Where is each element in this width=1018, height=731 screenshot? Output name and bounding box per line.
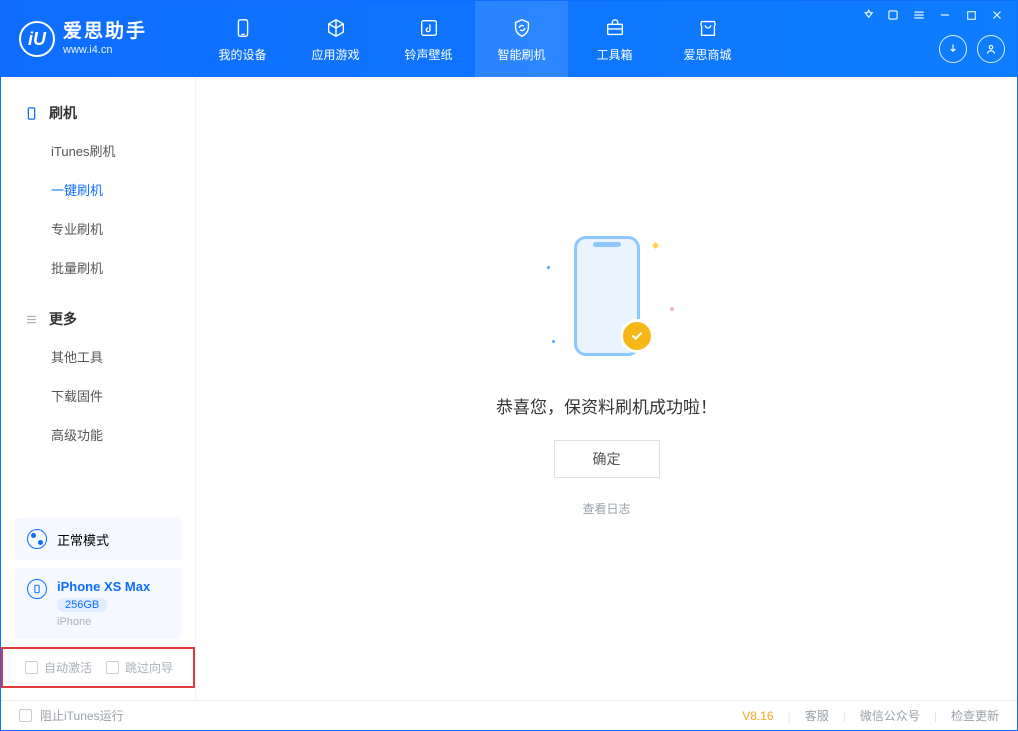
checkbox-icon (19, 709, 32, 722)
nav-items-more: 其他工具 下载固件 高级功能 (1, 337, 195, 454)
sidebar-item-other-tools[interactable]: 其他工具 (1, 337, 195, 376)
shop-icon (696, 16, 720, 40)
mode-label: 正常模式 (57, 530, 109, 549)
checkbox-block-itunes[interactable]: 阻止iTunes运行 (19, 707, 124, 724)
tab-label: 爱思商城 (683, 46, 731, 63)
nav-items-flash: iTunes刷机 一键刷机 专业刷机 批量刷机 (1, 131, 195, 287)
tab-store[interactable]: 爱思商城 (661, 1, 754, 77)
sidebar-bottom: 正常模式 iPhone XS Max 256GB iPhone 自动激活 (1, 518, 195, 700)
refresh-shield-icon (510, 16, 534, 40)
success-message: 恭喜您，保资料刷机成功啦！ (496, 393, 717, 418)
mode-icon (27, 529, 47, 549)
music-folder-icon (417, 16, 441, 40)
body-area: 刷机 iTunes刷机 一键刷机 专业刷机 批量刷机 更多 其他工具 下载固件 … (1, 77, 1017, 700)
success-illustration (532, 221, 682, 371)
sparkle-icon (651, 241, 658, 248)
tab-apps-games[interactable]: 应用游戏 (289, 1, 382, 77)
tab-toolbox[interactable]: 工具箱 (568, 1, 661, 77)
device-name: iPhone XS Max (57, 579, 150, 594)
separator: | (788, 709, 791, 723)
app-name: 爱思助手 (63, 21, 147, 44)
download-button[interactable] (939, 35, 967, 63)
device-icon (231, 16, 255, 40)
main-content: 恭喜您，保资料刷机成功啦！ 确定 查看日志 (196, 77, 1017, 700)
version-label: V8.16 (742, 709, 773, 723)
sidebar-item-batch-flash[interactable]: 批量刷机 (1, 248, 195, 287)
check-circle-icon (620, 319, 654, 353)
tab-my-device[interactable]: 我的设备 (196, 1, 289, 77)
tab-label: 智能刷机 (497, 46, 545, 63)
logo-text: 爱思助手 www.i4.cn (63, 21, 147, 57)
footer-right: V8.16 | 客服 | 微信公众号 | 检查更新 (742, 707, 999, 724)
tab-label: 工具箱 (596, 46, 632, 63)
checkbox-icon (106, 661, 119, 674)
device-circle-icon (27, 579, 47, 599)
tab-label: 我的设备 (218, 46, 266, 63)
section-title: 刷机 (49, 103, 77, 123)
highlighted-checkbox-row: 自动激活 跳过向导 (1, 647, 195, 688)
maximize-icon[interactable] (963, 7, 979, 23)
separator: | (843, 709, 846, 723)
separator: | (934, 709, 937, 723)
phone-outline-icon (23, 105, 39, 121)
tab-label: 铃声壁纸 (404, 46, 452, 63)
window-controls (859, 7, 1005, 23)
toolbox-icon (603, 16, 627, 40)
device-info: iPhone XS Max 256GB iPhone (57, 579, 150, 628)
device-card[interactable]: iPhone XS Max 256GB iPhone (15, 568, 181, 639)
sidebar-item-itunes-flash[interactable]: iTunes刷机 (1, 131, 195, 170)
feedback-icon[interactable] (859, 7, 875, 23)
sparkle-icon (670, 307, 674, 311)
checkbox-label: 自动激活 (44, 659, 92, 676)
device-type: iPhone (57, 616, 150, 628)
nav-tabs: 我的设备 应用游戏 铃声壁纸 智能刷机 工具箱 (196, 1, 754, 77)
wechat-link[interactable]: 微信公众号 (860, 707, 920, 724)
sidebar-item-pro-flash[interactable]: 专业刷机 (1, 209, 195, 248)
menu-icon[interactable] (911, 7, 927, 23)
sidebar-item-download-firmware[interactable]: 下载固件 (1, 376, 195, 415)
header: iU 爱思助手 www.i4.cn 我的设备 应用游戏 铃声壁纸 (1, 1, 1017, 77)
checkbox-auto-activate[interactable]: 自动激活 (25, 659, 92, 676)
view-log-link[interactable]: 查看日志 (582, 500, 630, 517)
checkbox-skip-guide[interactable]: 跳过向导 (106, 659, 173, 676)
header-circles (859, 35, 1005, 63)
checkbox-label: 阻止iTunes运行 (40, 707, 124, 724)
footer-left: 阻止iTunes运行 (19, 707, 124, 724)
minimize-icon[interactable] (937, 7, 953, 23)
app-logo-icon: iU (19, 21, 55, 57)
tab-ringtone-wallpaper[interactable]: 铃声壁纸 (382, 1, 475, 77)
device-storage: 256GB (57, 598, 107, 612)
cube-icon (324, 16, 348, 40)
user-button[interactable] (977, 35, 1005, 63)
section-title: 更多 (49, 309, 77, 329)
sparkle-icon (546, 265, 550, 269)
app-url: www.i4.cn (63, 44, 147, 57)
sparkle-icon (551, 339, 555, 343)
check-update-link[interactable]: 检查更新 (951, 707, 999, 724)
tab-smart-flash[interactable]: 智能刷机 (475, 1, 568, 77)
list-icon (23, 311, 39, 327)
checkbox-label: 跳过向导 (125, 659, 173, 676)
sidebar-scroll: 刷机 iTunes刷机 一键刷机 专业刷机 批量刷机 更多 其他工具 下载固件 … (1, 77, 195, 518)
section-header-more: 更多 (1, 301, 195, 337)
tab-label: 应用游戏 (311, 46, 359, 63)
sidebar: 刷机 iTunes刷机 一键刷机 专业刷机 批量刷机 更多 其他工具 下载固件 … (1, 77, 196, 700)
confirm-button[interactable]: 确定 (554, 440, 660, 478)
sidebar-item-advanced[interactable]: 高级功能 (1, 415, 195, 454)
sidebar-item-oneclick-flash[interactable]: 一键刷机 (1, 170, 195, 209)
footer: 阻止iTunes运行 V8.16 | 客服 | 微信公众号 | 检查更新 (1, 700, 1017, 730)
skin-icon[interactable] (885, 7, 901, 23)
checkbox-icon (25, 661, 38, 674)
customer-service-link[interactable]: 客服 (805, 707, 829, 724)
status-card[interactable]: 正常模式 (15, 518, 181, 560)
section-header-flash: 刷机 (1, 95, 195, 131)
close-icon[interactable] (989, 7, 1005, 23)
logo-area: iU 爱思助手 www.i4.cn (1, 21, 196, 57)
header-right (859, 1, 1005, 77)
